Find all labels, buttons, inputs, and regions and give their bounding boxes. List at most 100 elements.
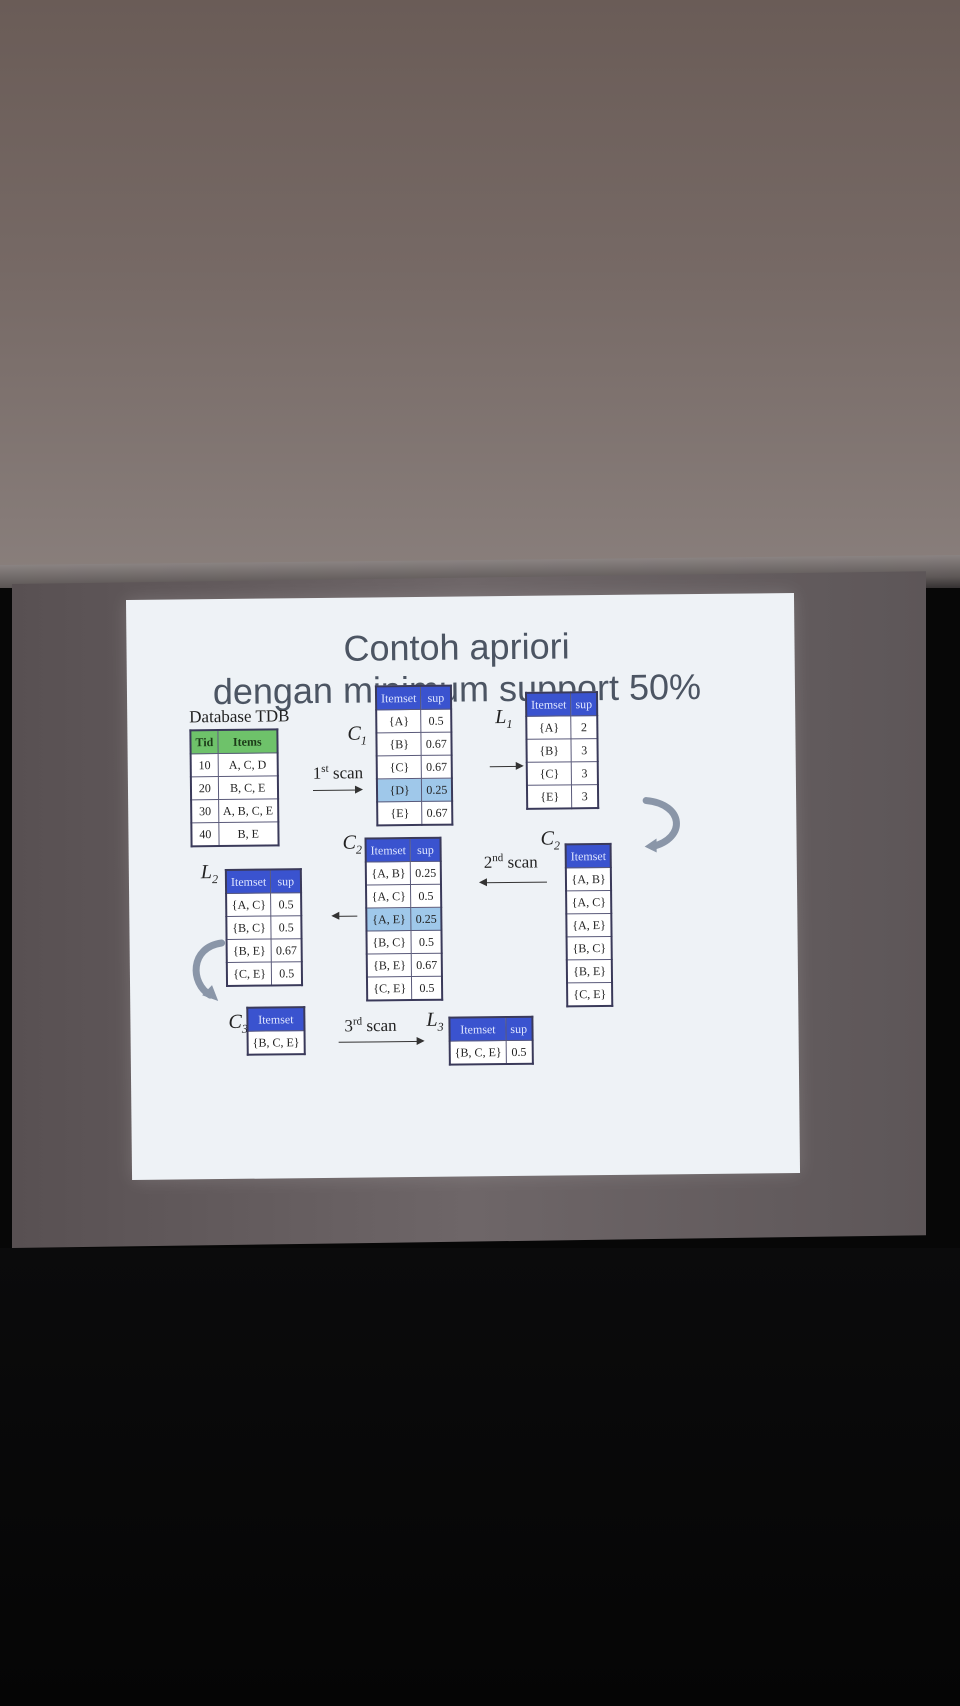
tdb-cell: A, B, C, E bbox=[218, 798, 279, 823]
table-row: {C, E} bbox=[567, 982, 613, 1007]
tdb-cell: B, E bbox=[218, 821, 279, 847]
tdb-cell: 30 bbox=[191, 799, 219, 823]
l2-header-0: Itemset bbox=[225, 869, 271, 894]
c2b-cell: 0.25 bbox=[411, 907, 442, 931]
c1-cell: 0.5 bbox=[420, 709, 452, 733]
table-row: {C, E} 0.5 bbox=[226, 961, 303, 986]
c2a-header-0: Itemset bbox=[565, 843, 612, 868]
l2-cell: 0.5 bbox=[270, 892, 302, 916]
table-c1: Itemset sup {A} 0.5 {B} 0.67 {C} 0.67 {D} 0.25 {E}… bbox=[374, 684, 454, 827]
tdb-cell: 40 bbox=[191, 822, 219, 847]
l1-header-0: Itemset bbox=[525, 692, 572, 717]
c2b-cell: {B, C} bbox=[366, 930, 412, 954]
l2-cell: {A, C} bbox=[226, 892, 272, 917]
c1-cell: {A} bbox=[376, 709, 422, 733]
tdb-cell: B, C, E bbox=[218, 775, 278, 800]
table-row: {B, C} 0.5 bbox=[366, 930, 443, 954]
table-row: 40 B, E bbox=[191, 821, 279, 847]
c1-header-row: Itemset sup bbox=[375, 685, 452, 710]
tdb-header-1: Items bbox=[217, 729, 278, 754]
tdb-cell: 10 bbox=[190, 753, 219, 777]
c2a-cell: {A, E} bbox=[566, 913, 612, 937]
l2-label: L2 bbox=[200, 861, 219, 887]
c1-label: C1 bbox=[347, 722, 367, 748]
table-c2-candidates: Itemset {A, B} {A, C} {A, E} {B, C} {B, E} {C,… bbox=[564, 842, 614, 1008]
l3-header-0: Itemset bbox=[449, 1017, 506, 1042]
table-tdb: Tid Items 10 A, C, D 20 B, C, E 30 A, B, C, E 40… bbox=[189, 728, 280, 848]
table-l1: Itemset sup {A} 2 {B} 3 {C} 3 {E} 3 bbox=[524, 691, 600, 810]
arrow-c2-to-l2 bbox=[333, 915, 358, 917]
projected-slide: Contoh apriori dengan minimum support 50… bbox=[126, 593, 801, 1180]
c2a-header-row: Itemset bbox=[565, 843, 612, 868]
c2a-cell: {B, E} bbox=[566, 959, 613, 983]
tdb-caption: Database TDB bbox=[189, 706, 290, 727]
l3-header-1: sup bbox=[505, 1016, 533, 1041]
table-row: {B, C, E} bbox=[247, 1030, 305, 1055]
c2b-cell: {A, B} bbox=[365, 861, 411, 886]
table-row: {A, B} 0.25 bbox=[365, 861, 442, 886]
table-row: {C} 0.67 bbox=[376, 755, 453, 779]
tdb-cell: A, C, D bbox=[217, 752, 278, 777]
c2b-cell: 0.25 bbox=[410, 861, 442, 885]
c2-candidates-label: C2 bbox=[540, 827, 561, 853]
arrow-c1-to-l1 bbox=[489, 765, 522, 768]
l1-cell: 3 bbox=[571, 738, 598, 762]
table-row: {B, C} bbox=[566, 936, 613, 960]
c3-header-0: Itemset bbox=[247, 1007, 305, 1032]
l3-header-row: Itemset sup bbox=[449, 1016, 533, 1042]
tdb-cell: 20 bbox=[190, 776, 219, 800]
table-row: {B, E} bbox=[566, 959, 613, 983]
arrow-scan-1 bbox=[313, 789, 362, 792]
c2a-cell: {A, B} bbox=[565, 867, 612, 891]
table-row: {A, B} bbox=[565, 867, 612, 891]
c2b-cell: 0.67 bbox=[411, 953, 443, 977]
table-l2: Itemset sup {A, C} 0.5 {B, C} 0.5 {B, E} 0.67 {C… bbox=[224, 868, 304, 987]
curved-arrow-l1-to-c2 bbox=[642, 797, 680, 853]
l2-cell: {B, E} bbox=[226, 938, 272, 963]
arrow-scan-2 bbox=[480, 881, 547, 884]
c3-header-row: Itemset bbox=[247, 1007, 305, 1032]
table-row: {E} 3 bbox=[526, 784, 599, 809]
l1-cell: {B} bbox=[526, 738, 572, 763]
c2b-cell: {C, E} bbox=[366, 976, 413, 1001]
l2-header-1: sup bbox=[270, 869, 302, 893]
table-c2-support: Itemset sup {A, B} 0.25 {A, C} 0.5 {A, E} 0.25{… bbox=[364, 836, 444, 1002]
l1-cell: 3 bbox=[571, 784, 599, 809]
c1-cell: {D} bbox=[376, 778, 422, 802]
c2a-cell: {A, C} bbox=[566, 890, 612, 914]
c1-cell: 0.25 bbox=[421, 778, 453, 802]
l1-cell: {A} bbox=[526, 715, 572, 740]
c2b-cell: 0.5 bbox=[411, 976, 443, 1001]
table-row: {A, E} bbox=[566, 913, 612, 937]
l3-label: L3 bbox=[426, 1008, 444, 1034]
l2-cell: {B, C} bbox=[226, 915, 272, 940]
slide-title-line-1: Contoh apriori bbox=[343, 625, 570, 669]
c2b-cell: {A, C} bbox=[365, 884, 412, 909]
table-c3: Itemset {B, C, E} bbox=[246, 1006, 306, 1056]
c1-header-1: sup bbox=[420, 685, 452, 710]
c2b-header-row: Itemset sup bbox=[365, 837, 442, 863]
table-row: {C} 3 bbox=[526, 761, 598, 786]
table-row: {A} 0.5 bbox=[376, 709, 452, 733]
c1-cell: {E} bbox=[377, 801, 423, 826]
l1-label: L1 bbox=[495, 706, 513, 732]
table-row: {B, C} 0.5 bbox=[226, 915, 302, 940]
c2b-header-0: Itemset bbox=[365, 838, 411, 863]
table-row: {B, C, E} 0.5 bbox=[449, 1040, 533, 1065]
c2-support-label: C2 bbox=[342, 831, 363, 857]
c2a-cell: {C, E} bbox=[567, 982, 613, 1007]
l2-cell: 0.5 bbox=[271, 915, 302, 939]
l1-cell: 2 bbox=[571, 715, 598, 739]
c3-label: C3 bbox=[228, 1010, 248, 1036]
table-row: {E} 0.67 bbox=[377, 801, 453, 826]
table-row: {D} 0.25 bbox=[376, 778, 453, 802]
l1-cell: {C} bbox=[526, 761, 572, 786]
scan-2-label: 2nd scan bbox=[483, 852, 538, 872]
table-row: 10 A, C, D bbox=[190, 752, 278, 777]
c1-header-0: Itemset bbox=[375, 685, 421, 710]
c1-cell: {B} bbox=[376, 732, 422, 756]
c2a-cell: {B, C} bbox=[566, 936, 613, 960]
l2-cell: 0.5 bbox=[271, 961, 303, 986]
l3-cell: {B, C, E} bbox=[449, 1040, 507, 1065]
table-row: {B} 3 bbox=[526, 738, 598, 763]
